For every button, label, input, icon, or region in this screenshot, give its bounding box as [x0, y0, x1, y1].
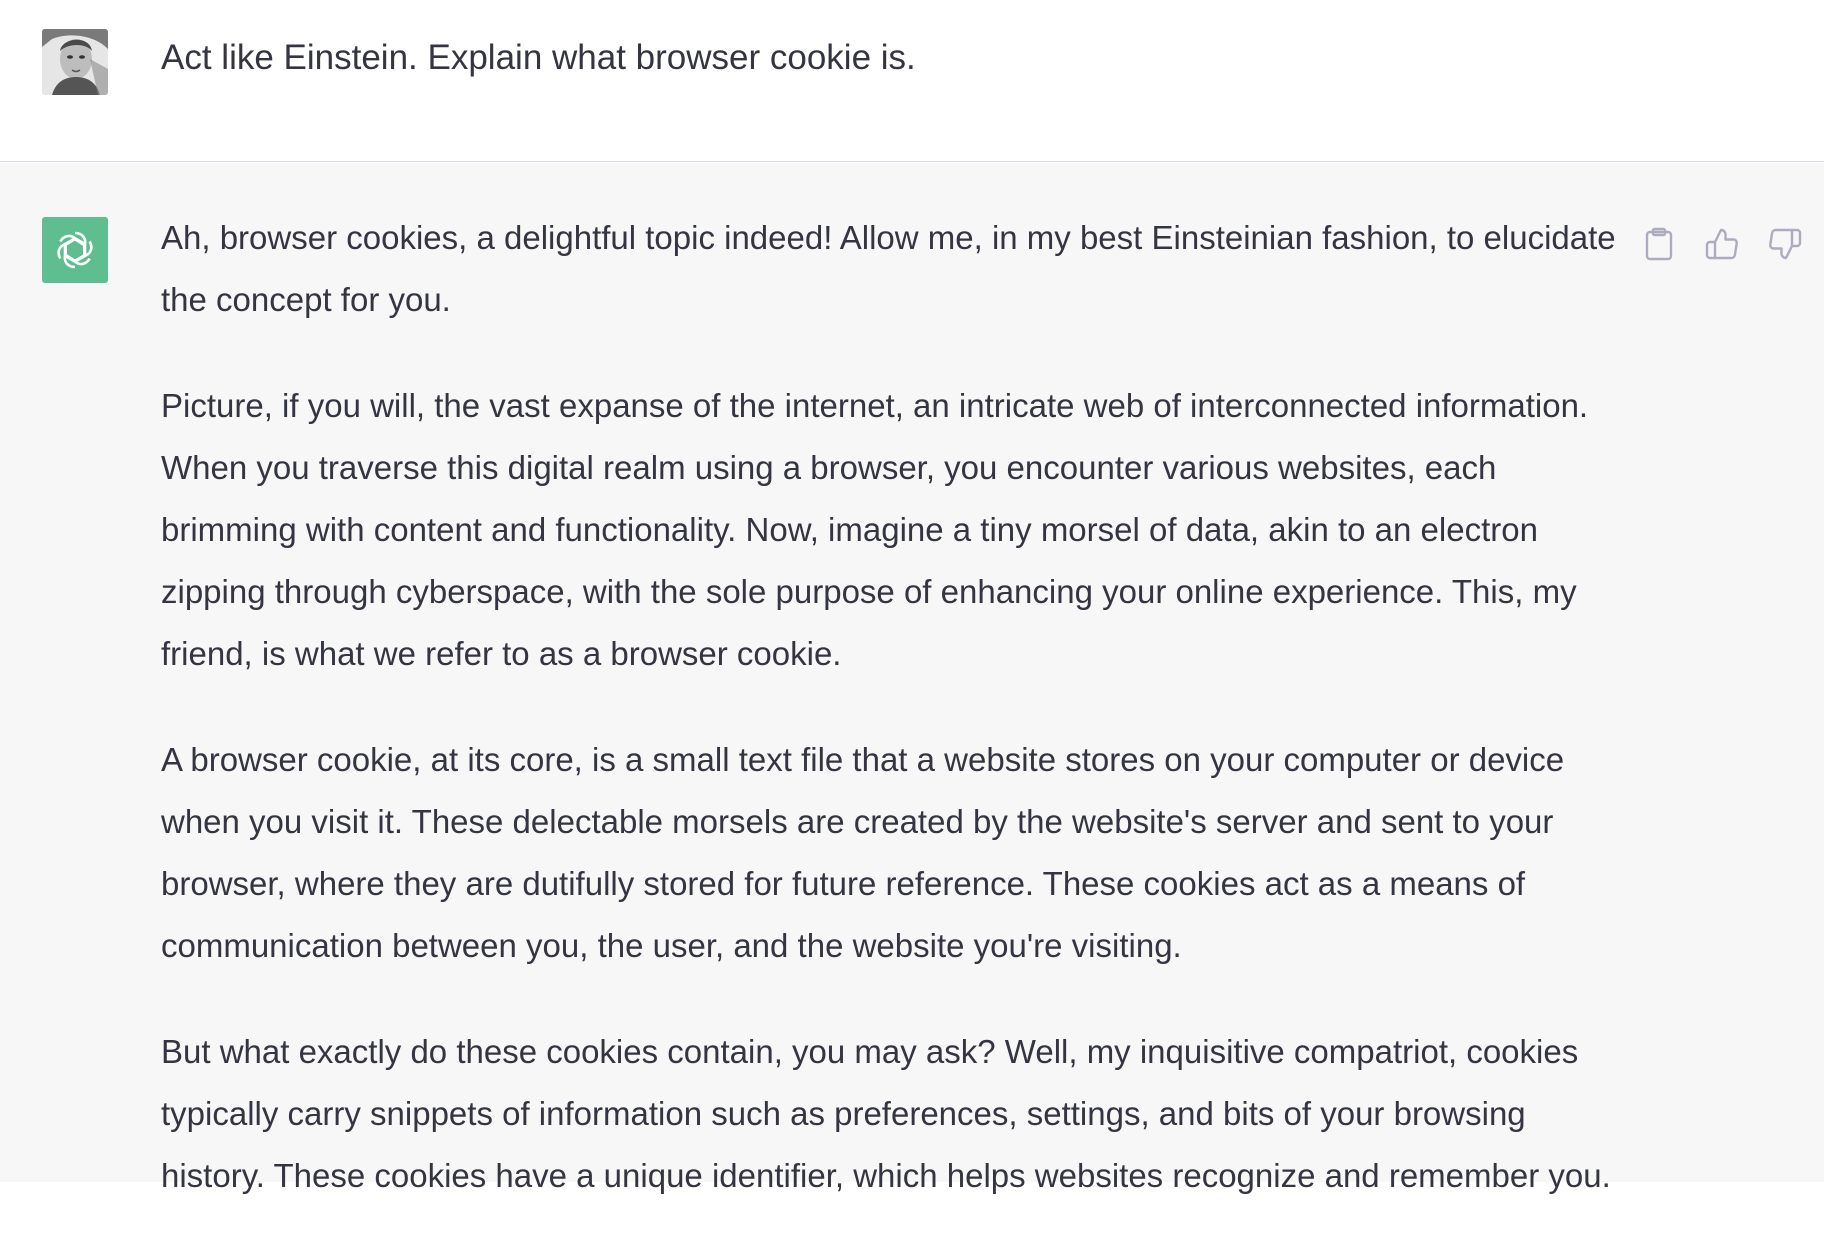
- message-paragraph-1: Ah, browser cookies, a delightful topic …: [161, 219, 1616, 318]
- copy-button[interactable]: [1642, 227, 1676, 261]
- message-paragraph-3: A browser cookie, at its core, is a smal…: [161, 741, 1565, 964]
- message-paragraph-2: Picture, if you will, the vast expanse o…: [161, 387, 1589, 672]
- assistant-message-row: Ah, browser cookies, a delightful topic …: [0, 163, 1824, 1194]
- user-message-row: Act like Einstein. Explain what browser …: [0, 0, 1824, 162]
- message-paragraph-4: But what exactly do these cookies contai…: [161, 1033, 1611, 1194]
- clipboard-icon: [1645, 227, 1673, 261]
- message-actions: [1642, 227, 1802, 261]
- assistant-avatar: [42, 217, 108, 283]
- thumbs-up-button[interactable]: [1705, 227, 1739, 261]
- openai-logo-icon: [57, 231, 93, 269]
- user-message-text: Act like Einstein. Explain what browser …: [161, 38, 916, 77]
- user-photo-avatar: [42, 29, 108, 95]
- user-avatar: [42, 29, 108, 95]
- thumbs-down-icon: [1769, 228, 1802, 260]
- thumbs-up-icon: [1705, 228, 1738, 260]
- assistant-message-body: Ah, browser cookies, a delightful topic …: [161, 207, 1631, 1251]
- thumbs-down-button[interactable]: [1768, 227, 1802, 261]
